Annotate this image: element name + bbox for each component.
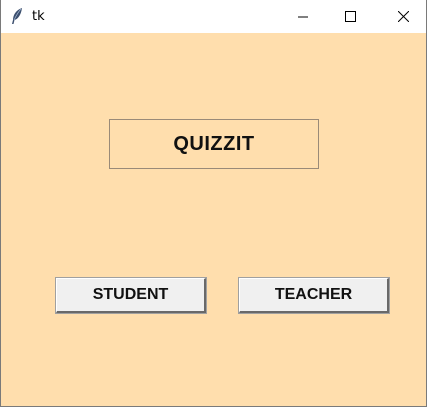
title-bar[interactable]: tk	[1, 0, 426, 33]
app-heading: QUIZZIT	[109, 119, 319, 169]
teacher-button[interactable]: TEACHER	[238, 277, 390, 314]
close-icon	[397, 11, 409, 22]
feather-icon	[10, 7, 24, 25]
minimize-button[interactable]	[280, 0, 326, 33]
minimize-icon	[298, 12, 308, 22]
close-button[interactable]	[380, 0, 426, 33]
maximize-button[interactable]	[327, 0, 373, 33]
window-title: tk	[32, 9, 45, 24]
student-button[interactable]: STUDENT	[55, 277, 207, 314]
app-window: tk QUIZZIT STUDENT TEACHER	[0, 0, 427, 407]
maximize-icon	[344, 11, 356, 22]
main-area: QUIZZIT STUDENT TEACHER	[1, 33, 426, 406]
